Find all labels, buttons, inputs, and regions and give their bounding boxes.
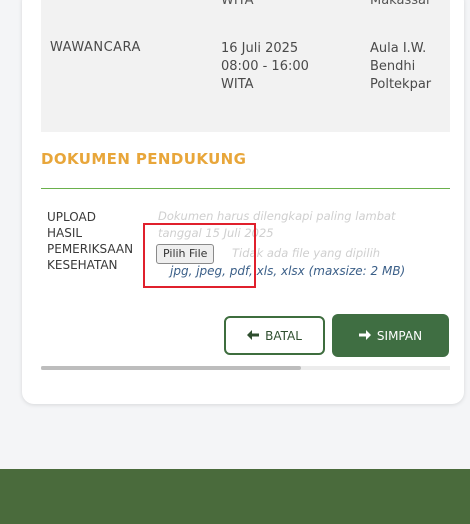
label-line: UPLOAD (47, 210, 96, 224)
arrow-left-icon (247, 329, 260, 343)
place-line: Bendhi (370, 59, 416, 74)
save-label: SIMPAN (376, 328, 423, 343)
arrow-right-icon (358, 329, 371, 343)
section-title: DOKUMEN PENDUKUNG (41, 150, 247, 168)
schedule-row-previous: WITA Makassar (41, 0, 450, 11)
time-line: 08:00 - 16:00 (221, 59, 309, 74)
date-line: 16 Juli 2025 (221, 41, 299, 56)
highlight-box (143, 223, 256, 288)
prev-date-text: WITA (221, 0, 254, 8)
label-line: KESEHATAN (47, 258, 118, 272)
label-line: PEMERIKSAAN (47, 242, 134, 256)
save-button[interactable]: SIMPAN (332, 314, 449, 357)
place-line: Aula I.W. (370, 41, 427, 56)
cancel-label: BATAL (265, 328, 302, 343)
prev-place-text: Makassar (370, 0, 432, 8)
section-divider (41, 188, 450, 189)
place-line: Poltekpar (370, 77, 432, 92)
scrollbar-thumb[interactable] (41, 366, 301, 370)
upload-field-label: UPLOAD HASIL PEMERIKSAAN KESEHATAN (47, 209, 133, 273)
cancel-button[interactable]: BATAL (224, 316, 325, 355)
timezone-line: WITA (221, 77, 254, 92)
schedule-row-label: WAWANCARA (50, 40, 141, 55)
schedule-table: WITA Makassar WAWANCARA 16 Juli 2025 08:… (41, 0, 450, 132)
upload-hint: Dokumen harus dilengkapi paling lambat (158, 209, 396, 223)
schedule-row-place: Aula I.W. Bendhi Poltekpar (370, 40, 431, 94)
label-line: HASIL (47, 226, 83, 240)
page-footer (0, 469, 470, 524)
schedule-row-date: 16 Juli 2025 08:00 - 16:00 WITA (221, 40, 309, 94)
